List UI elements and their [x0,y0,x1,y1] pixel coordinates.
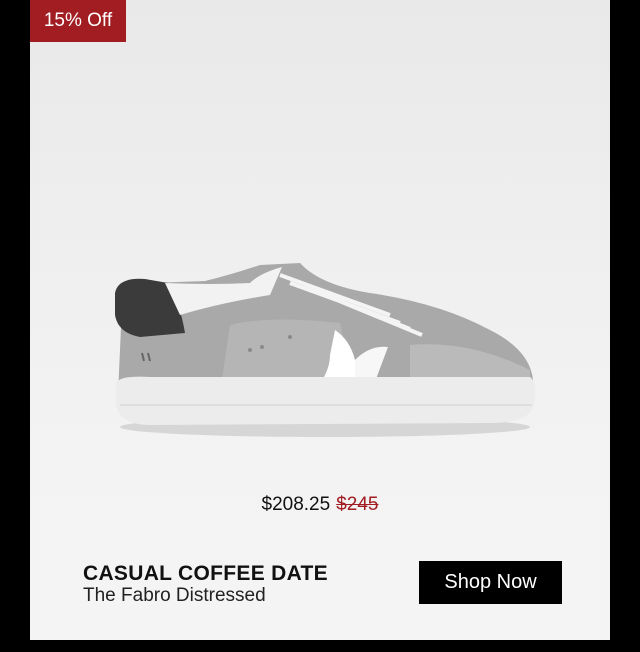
bottom-border [0,640,640,652]
current-price: $208.25 [261,494,331,515]
product-title: CASUAL COFFEE DATE [83,562,328,585]
product-image[interactable] [110,255,540,445]
discount-badge: 15% Off [30,0,126,42]
product-subtitle: The Fabro Distressed [83,585,266,606]
left-border [0,0,30,652]
right-border [610,0,640,652]
price-row: $208.25 $245 [0,494,640,516]
shop-now-button[interactable]: Shop Now [419,561,562,604]
original-price: $245 [336,494,379,515]
sole [116,376,536,425]
